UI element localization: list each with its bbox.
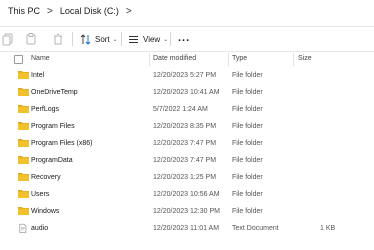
file-row[interactable]: Intel 12/20/2023 5:27 PM File folder bbox=[0, 67, 374, 84]
toolbar-divider bbox=[121, 32, 122, 46]
folder-icon bbox=[18, 139, 29, 147]
file-row[interactable]: ProgramData 12/20/2023 7:47 PM File fold… bbox=[0, 152, 374, 169]
file-date: 12/20/2023 8:35 PM bbox=[153, 123, 217, 130]
column-size[interactable]: Size bbox=[298, 55, 312, 62]
file-type: File folder bbox=[232, 140, 263, 147]
file-date: 12/20/2023 1:25 PM bbox=[153, 174, 217, 181]
folder-icon bbox=[18, 156, 29, 164]
command-bar: Sort ⌄ View ⌄ ... bbox=[0, 26, 374, 52]
breadcrumb: This PC > Local Disk (C:) > bbox=[0, 0, 374, 22]
view-icon bbox=[129, 35, 138, 43]
select-all-checkbox[interactable] bbox=[14, 55, 23, 64]
file-row[interactable]: audio 12/20/2023 11:01 AM Text Document … bbox=[0, 220, 374, 237]
column-date-modified[interactable]: Date modified bbox=[153, 55, 196, 62]
folder-icon bbox=[18, 190, 29, 198]
file-row[interactable]: Program Files (x86) 12/20/2023 7:47 PM F… bbox=[0, 135, 374, 152]
column-name[interactable]: Name bbox=[31, 55, 50, 62]
file-name: audio bbox=[31, 225, 49, 232]
file-date: 5/7/2022 1:24 AM bbox=[153, 106, 208, 113]
toolbar-divider bbox=[170, 32, 171, 46]
view-label: View bbox=[143, 34, 161, 44]
file-name: Users bbox=[31, 191, 50, 198]
file-name: OneDriveTemp bbox=[31, 89, 78, 96]
column-divider[interactable] bbox=[228, 53, 229, 66]
sort-button[interactable]: Sort ⌄ bbox=[80, 31, 118, 47]
more-options-icon[interactable]: ... bbox=[178, 32, 190, 44]
file-row[interactable]: Recovery 12/20/2023 1:25 PM File folder bbox=[0, 169, 374, 186]
file-date: 12/20/2023 10:56 AM bbox=[153, 191, 220, 198]
file-row[interactable]: Program Files 12/20/2023 8:35 PM File fo… bbox=[0, 118, 374, 135]
paste-icon[interactable] bbox=[24, 32, 38, 46]
file-row[interactable]: Users 12/20/2023 10:56 AM File folder bbox=[0, 186, 374, 203]
file-row[interactable]: PerfLogs 5/7/2022 1:24 AM File folder bbox=[0, 101, 374, 118]
file-type: File folder bbox=[232, 191, 263, 198]
file-row[interactable]: Windows 12/20/2023 12:30 PM File folder bbox=[0, 203, 374, 220]
file-type: File folder bbox=[232, 89, 263, 96]
file-name: Program Files bbox=[31, 123, 75, 130]
breadcrumb-local-disk[interactable]: Local Disk (C:) bbox=[60, 6, 119, 16]
file-type: File folder bbox=[232, 157, 263, 164]
breadcrumb-this-pc[interactable]: This PC bbox=[8, 6, 40, 16]
folder-icon bbox=[18, 105, 29, 113]
sort-label: Sort bbox=[95, 34, 110, 44]
file-date: 12/20/2023 7:47 PM bbox=[153, 157, 217, 164]
folder-icon bbox=[18, 207, 29, 215]
toolbar-divider bbox=[72, 32, 73, 46]
folder-icon bbox=[18, 88, 29, 96]
file-type: File folder bbox=[232, 208, 263, 215]
file-type: File folder bbox=[232, 106, 263, 113]
chevron-right-icon[interactable]: > bbox=[47, 6, 53, 17]
delete-icon[interactable] bbox=[51, 32, 65, 46]
file-size: 1 KB bbox=[320, 225, 336, 232]
folder-icon bbox=[18, 122, 29, 130]
file-name: ProgramData bbox=[31, 157, 73, 164]
chevron-down-icon: ⌄ bbox=[112, 36, 118, 43]
file-type: File folder bbox=[232, 174, 263, 181]
file-row[interactable]: OneDriveTemp 12/20/2023 10:41 AM File fo… bbox=[0, 84, 374, 101]
sort-icon bbox=[80, 33, 91, 45]
view-button[interactable]: View ⌄ bbox=[128, 31, 168, 47]
file-name: PerfLogs bbox=[31, 106, 60, 113]
file-name: Windows bbox=[31, 208, 60, 215]
file-date: 12/20/2023 7:47 PM bbox=[153, 140, 217, 147]
file-date: 12/20/2023 11:01 AM bbox=[153, 225, 220, 232]
column-type[interactable]: Type bbox=[232, 55, 247, 62]
column-header: Name Date modified Type Size bbox=[0, 52, 374, 67]
folder-icon bbox=[18, 173, 29, 181]
file-type: File folder bbox=[232, 123, 263, 130]
copy-icon[interactable] bbox=[1, 32, 15, 46]
file-name: Program Files (x86) bbox=[31, 140, 93, 147]
column-divider[interactable] bbox=[293, 53, 294, 66]
file-name: Recovery bbox=[31, 174, 61, 181]
file-type: File folder bbox=[232, 72, 263, 79]
file-name: Intel bbox=[31, 72, 45, 79]
file-type: Text Document bbox=[232, 225, 279, 232]
column-divider[interactable] bbox=[149, 53, 150, 66]
file-date: 12/20/2023 12:30 PM bbox=[153, 208, 220, 215]
chevron-down-icon: ⌄ bbox=[163, 36, 169, 43]
file-date: 12/20/2023 10:41 AM bbox=[153, 89, 220, 96]
chevron-right-icon[interactable]: > bbox=[126, 6, 132, 17]
folder-icon bbox=[18, 71, 29, 79]
file-date: 12/20/2023 5:27 PM bbox=[153, 72, 217, 79]
text-file-icon bbox=[19, 223, 27, 233]
